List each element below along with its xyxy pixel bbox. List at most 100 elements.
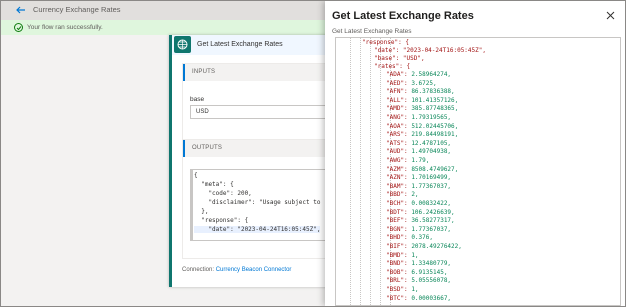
rate-code: "AWG": [386,157,408,164]
rate-value: 1, [411,286,419,293]
rate-row: "BMD": 1, [386,252,419,260]
rate-value: 3.6725, [411,79,437,87]
json-output-viewer[interactable]: "response": { "date": "2023-04-24T16:05:… [335,37,621,306]
rate-row: "AMD": 385.87748365, [386,105,458,113]
code-line: "disclaimer": "Usage subject to [194,199,321,206]
json-line-base: "base": "USD", [374,55,425,62]
rate-row: "ARS": 219.84498191, [386,131,458,139]
rate-value: 8508.4749627, [411,165,459,173]
rate-row: "AOA": 512.02445706, [386,123,458,131]
rate-value: 1.77367037, [411,225,452,233]
indent-guide [360,38,361,305]
rate-code: "BEF": [386,217,408,225]
rate-row: "BBD": 2, [386,191,419,199]
rate-code: "BIF": [386,243,408,250]
rate-code: "ARS": [386,131,408,139]
rate-value: 512.02445706, [411,122,459,130]
rate-row: "BSD": 1, [386,286,419,294]
outputs-label: OUTPUTS [192,145,223,151]
rate-value: 12.4787105, [411,139,452,147]
rate-code: "ANG": [386,114,408,121]
connection-info: Connection: Currency Beacon Connector [182,267,291,273]
rate-value: 1, [411,251,419,259]
code-line: "response": { [194,217,249,224]
rate-row: "BND": 1.33480779, [386,260,451,268]
rate-code: "BND": [386,260,408,268]
outputs-section: OUTPUTS body { "meta": { "code": 200, "d… [182,139,335,259]
rate-value: 2078.49276422, [411,243,462,250]
rate-row: "ADA": 2.58964274, [386,71,451,79]
code-line: "code": 200, [194,190,252,197]
rate-code: "AFN": [386,88,408,96]
rate-value: 101.41357126, [411,96,459,104]
rate-value: 385.87748365, [411,105,459,113]
rate-row: "AUD": 1.49704938, [386,148,451,156]
close-icon[interactable] [606,11,615,20]
rate-value: 1.70169499, [411,174,452,182]
rate-code: "BOB": [386,268,408,276]
rate-code: "ALL": [386,96,408,104]
rate-code: "ADA": [386,71,408,78]
code-gutter [191,170,193,240]
panel-title: Get Latest Exchange Rates [332,10,474,22]
rate-row: "AZN": 1.70169499, [386,174,451,182]
rate-code: "AUD": [386,148,408,156]
rate-row: "BTC": 0.00003667, [386,295,451,303]
rate-code: "AMD": [386,105,408,113]
json-line-response: "response": { [362,39,409,46]
connection-link[interactable]: Currency Beacon Connector [216,267,292,273]
rate-row: "ALL": 101.41357126, [386,97,458,105]
action-card-header[interactable]: Get Latest Exchange Rates [172,35,329,55]
back-arrow-icon[interactable] [15,4,27,16]
details-panel: Get Latest Exchange Rates Get Latest Exc… [325,1,625,306]
rate-value: 1.49704938, [411,148,452,156]
rate-row: "BRL": 5.05556078, [386,277,451,285]
rate-value: 106.2426639, [411,208,455,216]
rate-code: "AZM": [386,165,408,173]
rate-value: 0.00832422, [411,200,452,207]
rate-value: 36.58277317, [411,217,455,225]
rate-value: 5.05556078, [411,277,452,285]
success-message: Your flow ran successfully. [27,23,103,31]
rate-value: 1.33480779, [411,260,452,268]
rate-code: "ATS": [386,139,408,147]
connection-label: Connection: [182,267,215,273]
rate-value: 0.376, [411,234,433,242]
rate-value: 2, [411,191,419,199]
rate-row: "BEF": 36.58277317, [386,217,455,225]
rate-code: "AED": [386,79,408,87]
rate-row: "ANG": 1.79319565, [386,114,451,122]
rate-value: 6.9135145, [411,268,448,276]
rate-row: "AFN": 86.37836388, [386,88,455,96]
rate-row: "BOB": 6.9135145, [386,269,447,277]
inputs-label: INPUTS [192,69,216,75]
indent-guide [350,38,351,305]
body-output-code[interactable]: { "meta": { "code": 200, "disclaimer": "… [190,169,335,241]
rate-value: 1.77367037, [411,182,452,190]
rate-row: "AZM": 8508.4749627, [386,166,458,174]
rate-code: "BRL": [386,277,408,285]
action-card[interactable]: Get Latest Exchange Rates INPUTS base US… [169,35,335,287]
json-line-date: "date": "2023-04-24T16:05:45Z", [374,47,486,54]
rate-value: 86.37836388, [411,88,455,96]
rate-row: "AWG": 1.79, [386,157,429,165]
outputs-section-header: OUTPUTS [183,140,333,157]
base-field[interactable]: USD [190,105,330,119]
inputs-section-header: INPUTS [183,64,333,81]
indent-guide [380,38,381,305]
rate-code: "BHD": [386,234,408,242]
rate-row: "BCH": 0.00832422, [386,200,451,208]
base-field-label: base [190,96,205,103]
rate-row: "ATS": 12.4787105, [386,140,451,148]
rate-code: "BAM": [386,182,408,190]
rate-value: 219.84498191, [411,131,459,139]
code-line: "meta": { [194,181,234,188]
rate-code: "BTC": [386,294,408,302]
json-line-rates: "rates": { [374,63,411,70]
rate-row: "BHD": 0.376, [386,234,433,242]
exchange-connector-icon [174,36,191,53]
indent-guide [370,38,371,305]
rate-row: "BGN": 1.77367037, [386,226,451,234]
rate-row: "BDT": 106.2426639, [386,209,455,217]
rate-value: 1.79319565, [411,114,452,121]
